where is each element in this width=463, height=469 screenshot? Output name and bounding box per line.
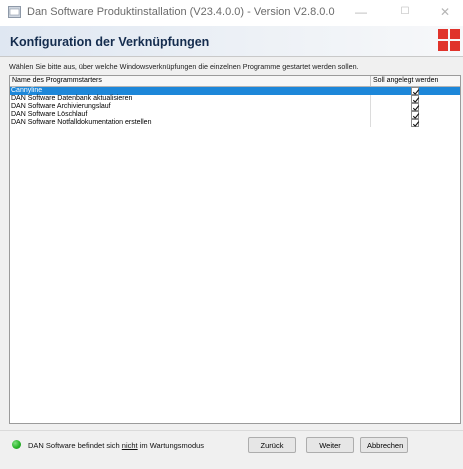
page-title: Konfiguration der Verknüpfungen bbox=[10, 35, 210, 49]
create-cell bbox=[371, 111, 460, 119]
create-cell bbox=[371, 95, 460, 103]
table-row[interactable]: DAN Software Löschlauf bbox=[10, 111, 460, 119]
program-name: DAN Software Löschlauf bbox=[10, 111, 371, 119]
footer-divider bbox=[0, 430, 463, 431]
close-button[interactable]: ✕ bbox=[434, 4, 456, 20]
title-bar: Dan Software Produktinstallation (V23.4.… bbox=[0, 0, 463, 26]
table-header: Name des Programmstarters Soll angelegt … bbox=[10, 76, 460, 87]
status-prefix: DAN Software befindet sich bbox=[28, 441, 122, 450]
shortcut-table[interactable]: Name des Programmstarters Soll angelegt … bbox=[9, 75, 461, 424]
status-suffix: im Wartungsmodus bbox=[137, 441, 205, 450]
table-row[interactable]: DAN Software Datenbank aktualisieren bbox=[10, 95, 460, 103]
window-title: Dan Software Produktinstallation (V23.4.… bbox=[27, 6, 335, 18]
create-checkbox[interactable] bbox=[411, 87, 420, 95]
minimize-button[interactable]: — bbox=[350, 4, 372, 20]
column-header-create[interactable]: Soll angelegt werden bbox=[371, 76, 460, 86]
description-text: Wählen Sie bitte aus, über welche Window… bbox=[9, 62, 359, 71]
create-checkbox[interactable] bbox=[411, 95, 420, 103]
create-cell bbox=[371, 87, 460, 95]
status-led-icon bbox=[12, 440, 21, 449]
program-name: DAN Software Archivierungslauf bbox=[10, 103, 371, 111]
maximize-button[interactable]: ☐ bbox=[394, 4, 416, 20]
back-button[interactable]: Zurück bbox=[248, 437, 296, 453]
create-cell bbox=[371, 119, 460, 127]
program-name: DAN Software Datenbank aktualisieren bbox=[10, 95, 371, 103]
app-icon bbox=[8, 6, 21, 18]
status-emphasis: nicht bbox=[121, 441, 138, 450]
program-name: DAN Software Notfalldokumentation erstel… bbox=[10, 119, 371, 127]
maintenance-status: DAN Software befindet sich nicht im Wart… bbox=[28, 441, 204, 450]
table-row[interactable]: DAN Software Notfalldokumentation erstel… bbox=[10, 119, 460, 127]
checkmark-icon bbox=[412, 121, 420, 127]
cancel-button[interactable]: Abbrechen bbox=[360, 437, 408, 453]
table-row[interactable]: Cannyline bbox=[10, 87, 460, 95]
create-checkbox[interactable] bbox=[411, 111, 420, 119]
create-checkbox[interactable] bbox=[411, 119, 420, 127]
next-button[interactable]: Weiter bbox=[306, 437, 354, 453]
dan-logo-icon bbox=[438, 29, 460, 51]
column-header-name[interactable]: Name des Programmstarters bbox=[10, 76, 371, 86]
program-name: Cannyline bbox=[10, 87, 371, 95]
table-row[interactable]: DAN Software Archivierungslauf bbox=[10, 103, 460, 111]
create-checkbox[interactable] bbox=[411, 103, 420, 111]
page-header: Konfiguration der Verknüpfungen bbox=[0, 26, 463, 57]
create-cell bbox=[371, 103, 460, 111]
